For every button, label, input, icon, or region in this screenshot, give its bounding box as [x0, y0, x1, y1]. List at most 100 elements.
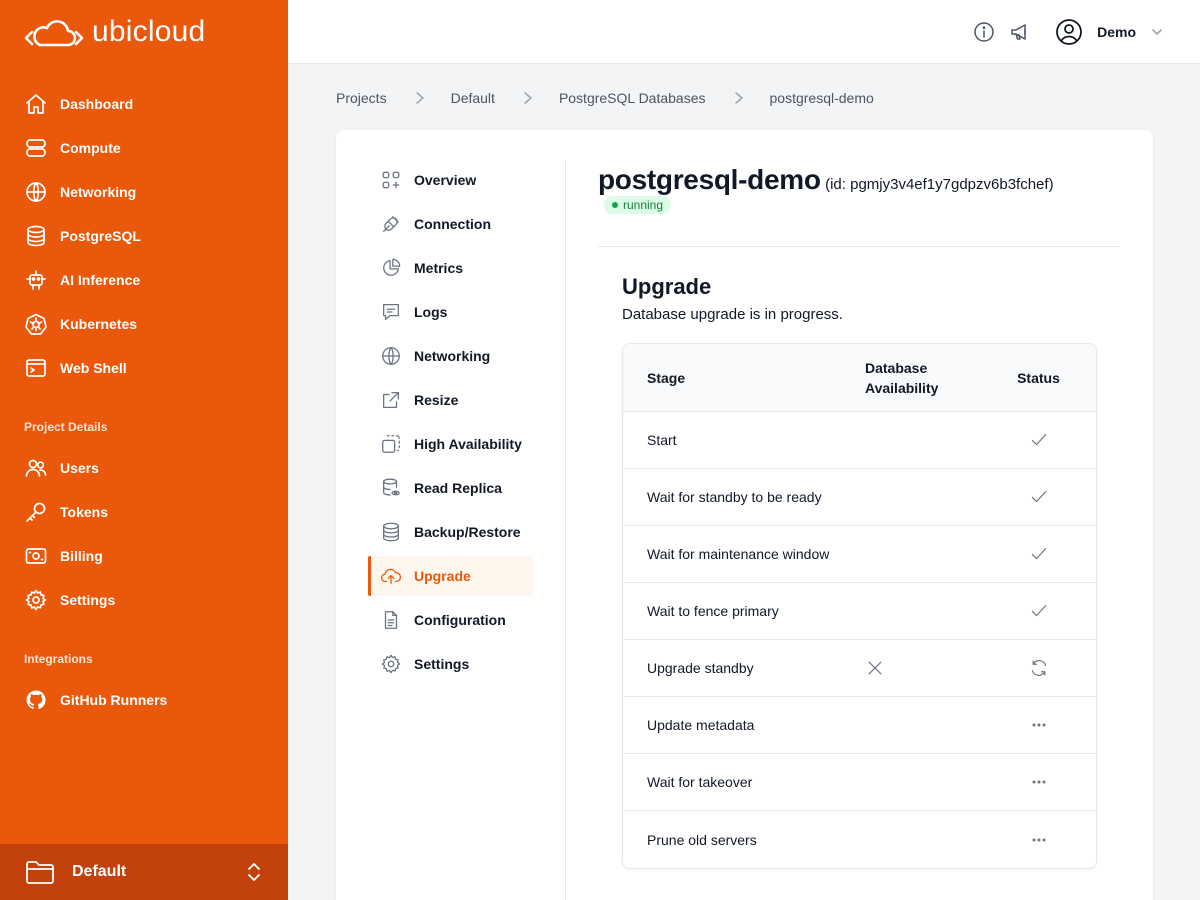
- sidebar-item-users[interactable]: Users: [12, 446, 276, 490]
- table-row: Wait for standby to be ready: [623, 469, 1096, 526]
- cloud-upload-icon: [380, 568, 402, 584]
- breadcrumb: Projects Default PostgreSQL Databases postg…: [336, 88, 874, 108]
- status-badge-label: running: [623, 198, 664, 212]
- stage-cell: Wait for takeover: [647, 774, 753, 790]
- subnav-item-logs[interactable]: Logs: [368, 292, 534, 332]
- database-card: Overview Connection Metrics Logs Networking R…: [336, 130, 1153, 900]
- subnav-item-settings[interactable]: Settings: [368, 644, 534, 684]
- kubernetes-icon: [25, 313, 47, 335]
- subnav-item-resize[interactable]: Resize: [368, 380, 534, 420]
- database-header: postgresql-demo (id: pgmjy3v4ef1y7gdpzv6…: [598, 164, 1120, 214]
- table-header: Stage Database Availability Status: [623, 344, 1096, 412]
- database-icon: [383, 522, 399, 542]
- terminal-icon: [26, 359, 46, 377]
- sidebar-item-ai-inference[interactable]: AI Inference: [12, 258, 276, 302]
- stage-cell: Wait to fence primary: [647, 603, 779, 619]
- stage-cell: Prune old servers: [647, 831, 757, 848]
- chat-icon: [383, 304, 399, 320]
- subnav-item-label: High Availability: [414, 436, 522, 452]
- sidebar-item-label: Tokens: [60, 504, 108, 520]
- sidebar-item-settings[interactable]: Settings: [12, 578, 276, 622]
- subnav-divider: [565, 160, 566, 900]
- globe-icon: [382, 347, 400, 365]
- chevron-up-down-icon: [248, 863, 260, 881]
- subnav-item-label: Networking: [414, 348, 491, 364]
- logo[interactable]: ubicloud: [24, 14, 205, 50]
- sidebar-item-label: Web Shell: [60, 360, 127, 376]
- status-cell: [989, 658, 1096, 678]
- banknote-icon: [25, 548, 47, 564]
- column-stage: Stage: [647, 369, 686, 386]
- stage-cell: Wait for maintenance window: [647, 546, 830, 562]
- sidebar-item-label: Kubernetes: [60, 316, 138, 332]
- main-nav: Dashboard Compute Networking PostgreSQL AI I…: [12, 82, 276, 390]
- megaphone-icon[interactable]: [1008, 20, 1032, 44]
- key-icon: [26, 502, 46, 522]
- top-bar: Demo: [288, 0, 1200, 64]
- chevron-down-icon: [1152, 29, 1162, 36]
- sidebar-item-label: PostgreSQL: [60, 228, 141, 244]
- home-icon: [26, 94, 46, 114]
- ellipsis-icon: [1032, 723, 1045, 727]
- status-dot-icon: [612, 202, 618, 208]
- table-row: Wait for takeover: [623, 754, 1096, 811]
- section-subtitle: Database upgrade is in progress.: [622, 306, 843, 323]
- sidebar-item-label: Settings: [60, 592, 116, 608]
- chevron-right-icon: [734, 92, 743, 104]
- subnav-item-label: Configuration: [414, 612, 506, 628]
- info-icon[interactable]: [972, 20, 996, 44]
- sidebar-item-web-shell[interactable]: Web Shell: [12, 346, 276, 390]
- subnav-item-high-availability[interactable]: High Availability: [368, 424, 534, 464]
- resize-icon: [383, 392, 399, 408]
- sidebar-item-networking[interactable]: Networking: [12, 170, 276, 214]
- status-cell: [989, 830, 1096, 850]
- brand-name: ubicloud: [92, 15, 206, 48]
- status-cell: [989, 772, 1096, 792]
- pie-chart-icon: [383, 258, 401, 276]
- project-nav: Users Tokens Billing Settings: [12, 446, 276, 622]
- sidebar-item-compute[interactable]: Compute: [12, 126, 276, 170]
- table-body: Start Wait for standby to be ready Wait fo…: [623, 412, 1096, 868]
- refresh-icon: [1031, 660, 1046, 676]
- breadcrumb-item-projects[interactable]: Projects: [336, 90, 387, 106]
- subnav-item-configuration[interactable]: Configuration: [368, 600, 534, 640]
- status-cell: [989, 601, 1096, 621]
- sidebar-item-label: Billing: [60, 548, 103, 564]
- high-availability-icon: [382, 435, 400, 453]
- subnav-item-label: Connection: [414, 216, 491, 232]
- breadcrumb-item-default[interactable]: Default: [451, 90, 495, 106]
- subnav-item-read-replica[interactable]: Read Replica: [368, 468, 534, 508]
- project-switcher[interactable]: Default: [0, 844, 288, 900]
- subnav-item-label: Backup/Restore: [414, 524, 521, 540]
- subnav-item-connection[interactable]: Connection: [368, 204, 534, 244]
- subnav-item-label: Logs: [414, 304, 448, 320]
- breadcrumb-item-postgresql-demo[interactable]: postgresql-demo: [770, 90, 874, 106]
- stage-cell: Upgrade standby: [647, 660, 754, 676]
- sidebar-item-label: GitHub Runners: [60, 692, 168, 708]
- stage-cell: Update metadata: [647, 717, 755, 733]
- sidebar-item-kubernetes[interactable]: Kubernetes: [12, 302, 276, 346]
- subnav-item-upgrade[interactable]: Upgrade: [368, 556, 534, 596]
- column-availability: Database Availability: [865, 359, 939, 396]
- subnav-item-metrics[interactable]: Metrics: [368, 248, 534, 288]
- table-row: Wait for maintenance window: [623, 526, 1096, 583]
- plug-icon: [383, 216, 399, 232]
- user-menu[interactable]: Demo: [1055, 18, 1164, 46]
- breadcrumb-item-postgresql-databases[interactable]: PostgreSQL Databases: [559, 90, 706, 106]
- sidebar-item-postgresql[interactable]: PostgreSQL: [12, 214, 276, 258]
- subnav-item-backup-restore[interactable]: Backup/Restore: [368, 512, 534, 552]
- sidebar-item-github-runners[interactable]: GitHub Runners: [12, 678, 276, 722]
- user-name: Demo: [1097, 24, 1136, 40]
- check-icon: [1031, 605, 1046, 617]
- database-id: (id: pgmjy3v4ef1y7gdpzv6b3fchef): [825, 176, 1054, 193]
- subnav-item-label: Resize: [414, 392, 459, 408]
- subnav-item-overview[interactable]: Overview: [368, 160, 534, 200]
- sidebar-item-dashboard[interactable]: Dashboard: [12, 82, 276, 126]
- header-divider: [598, 246, 1120, 247]
- sidebar-item-billing[interactable]: Billing: [12, 534, 276, 578]
- github-icon: [26, 690, 46, 710]
- sidebar-item-tokens[interactable]: Tokens: [12, 490, 276, 534]
- robot-icon: [26, 270, 46, 290]
- ellipsis-icon: [1032, 837, 1045, 841]
- subnav-item-networking[interactable]: Networking: [368, 336, 534, 376]
